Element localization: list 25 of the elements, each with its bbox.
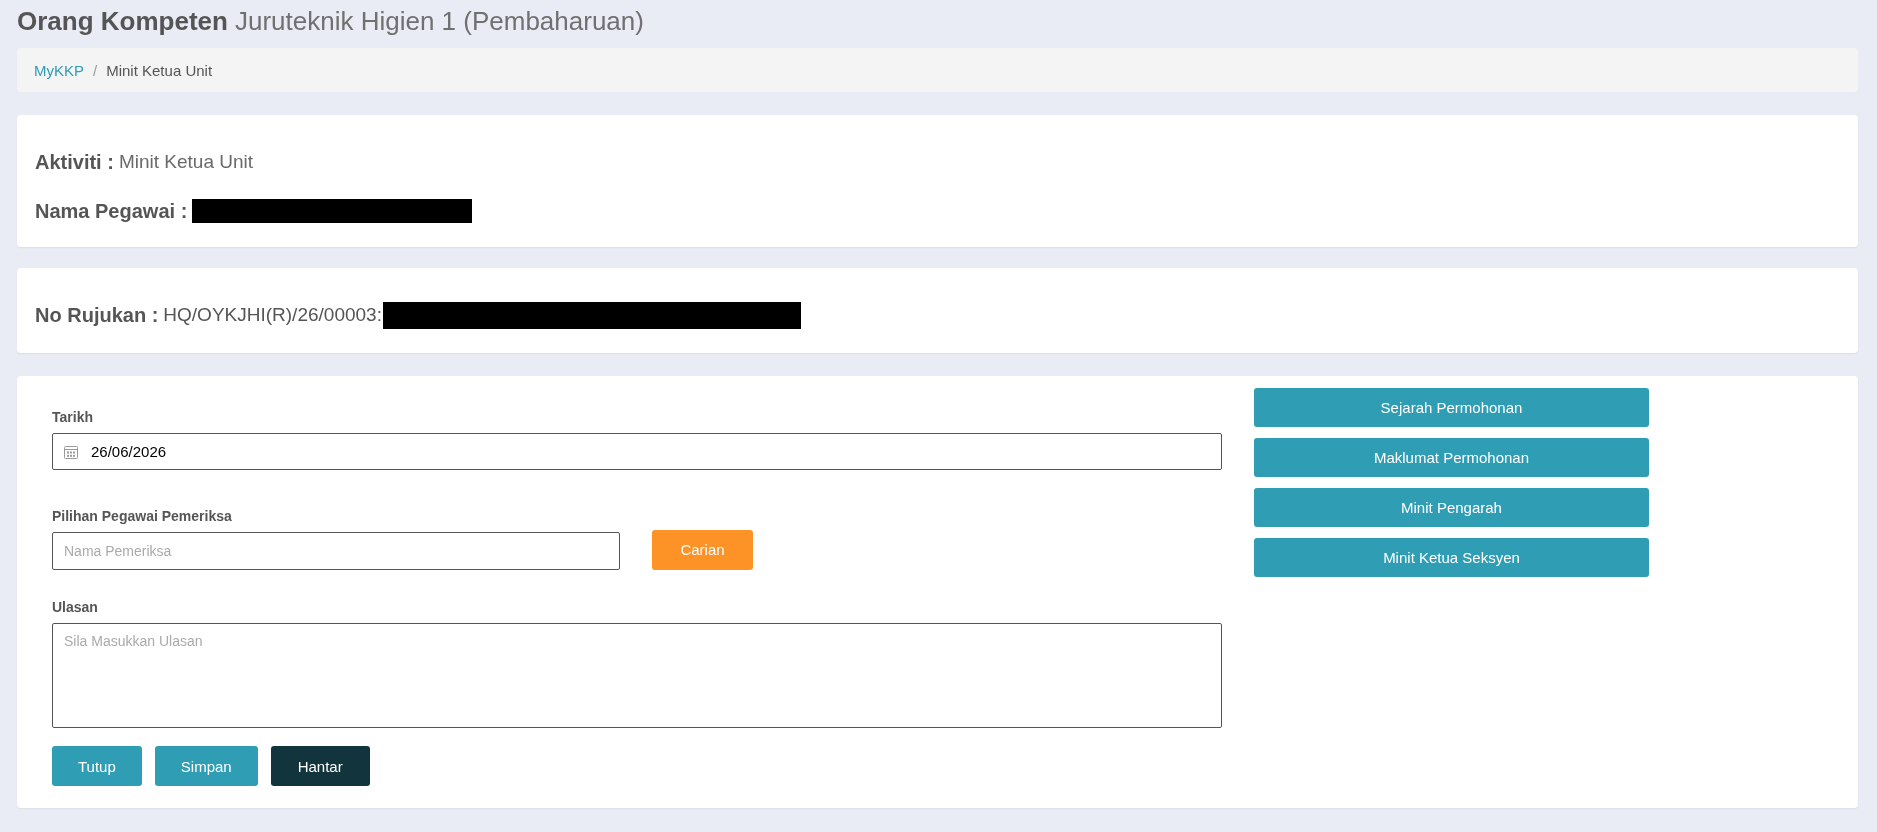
side-menu-button[interactable]: Maklumat Permohonan xyxy=(1254,438,1649,477)
info-value: Minit Ketua Unit xyxy=(118,151,254,173)
side-menu-button[interactable]: Sejarah Permohonan xyxy=(1254,388,1649,427)
reference-label: No Rujukan : xyxy=(35,303,159,327)
breadcrumb-separator: / xyxy=(93,61,98,79)
field-label: Tarikh xyxy=(52,408,93,427)
examiner-name-field[interactable]: Nama Pemeriksa xyxy=(52,532,620,570)
action-button[interactable]: Tutup xyxy=(52,746,142,786)
info-label: Nama Pegawai : xyxy=(35,199,188,223)
page-subtitle: Juruteknik Higien 1 (Pembaharuan) xyxy=(234,5,644,38)
field-label: Ulasan xyxy=(52,598,98,617)
action-button[interactable]: Simpan xyxy=(154,746,258,786)
action-button[interactable]: Hantar xyxy=(270,746,370,786)
breadcrumb-link[interactable]: MyKKP xyxy=(34,61,84,79)
page-title: Orang Kompeten xyxy=(17,5,228,38)
field-label: Pilihan Pegawai Pemeriksa xyxy=(52,507,232,526)
date-field[interactable]: 26/06/2026 xyxy=(52,433,1222,470)
breadcrumb-current: Minit Ketua Unit xyxy=(106,61,213,79)
reference-value: HQ/OYKJHI(R)/26/00003: xyxy=(163,304,382,326)
calendar-icon xyxy=(64,444,78,459)
info-label: Aktiviti : xyxy=(35,150,114,174)
search-button[interactable]: Carian xyxy=(652,529,753,570)
side-menu-button[interactable]: Minit Pengarah xyxy=(1254,488,1649,527)
comment-textarea[interactable]: Sila Masukkan Ulasan xyxy=(52,623,1222,728)
side-menu-button[interactable]: Minit Ketua Seksyen xyxy=(1254,538,1649,577)
